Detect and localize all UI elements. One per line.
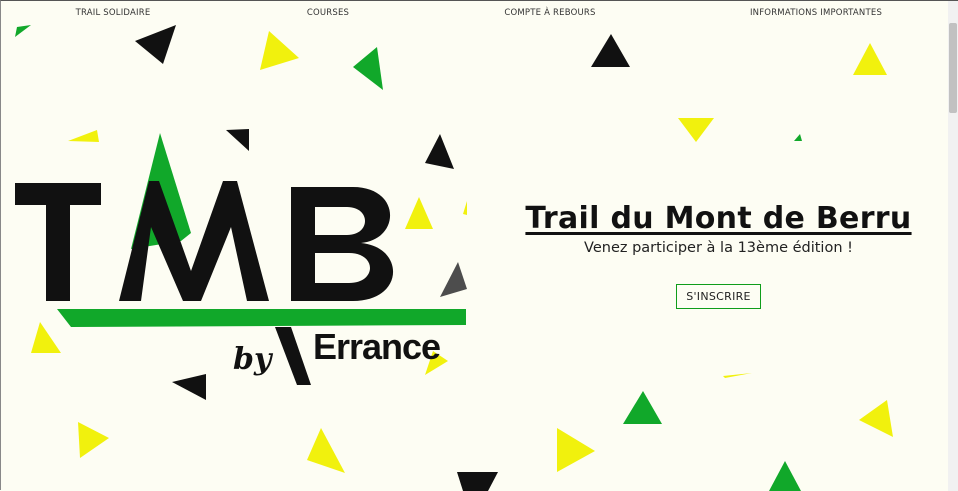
triangle-decoration (591, 34, 630, 67)
triangle-decoration (78, 422, 109, 458)
triangle-decoration (353, 47, 383, 90)
top-navigation: TRAIL SOLIDAIRE COURSES COMPTE À REBOURS… (1, 1, 949, 25)
nav-link-informations-importantes[interactable]: INFORMATIONS IMPORTANTES (750, 8, 882, 18)
triangle-decoration (769, 461, 801, 491)
triangle-decoration (623, 391, 662, 424)
vertical-scrollbar[interactable] (948, 1, 958, 491)
triangle-decoration (135, 25, 176, 64)
triangle-decoration (723, 373, 752, 378)
register-button[interactable]: S'INSCRIRE (676, 284, 761, 309)
triangle-decoration (307, 428, 345, 473)
hero-subtitle: Venez participer à la 13ème édition ! (584, 240, 853, 256)
page-title: Trail du Mont de Berru (525, 201, 912, 236)
nav-link-courses[interactable]: COURSES (307, 8, 349, 18)
triangle-decoration (859, 400, 893, 437)
triangle-decoration (794, 134, 802, 141)
nav-link-trail-solidaire[interactable]: TRAIL SOLIDAIRE (76, 8, 151, 18)
hero-section: Trail du Mont de Berru Venez participer … (521, 201, 916, 309)
triangle-decoration (853, 43, 887, 75)
triangle-decoration (15, 25, 31, 37)
triangle-decoration (557, 428, 595, 472)
triangle-decoration (457, 472, 498, 491)
nav-link-compte-a-rebours[interactable]: COMPTE À REBOURS (504, 8, 595, 18)
tmb-errance-logo: by Errance (15, 133, 466, 385)
triangle-decoration (260, 31, 299, 70)
logo-brand-text: Errance (313, 326, 441, 367)
scrollbar-thumb[interactable] (949, 23, 957, 113)
logo-by-text: by (233, 342, 274, 377)
triangle-decoration (678, 118, 714, 142)
